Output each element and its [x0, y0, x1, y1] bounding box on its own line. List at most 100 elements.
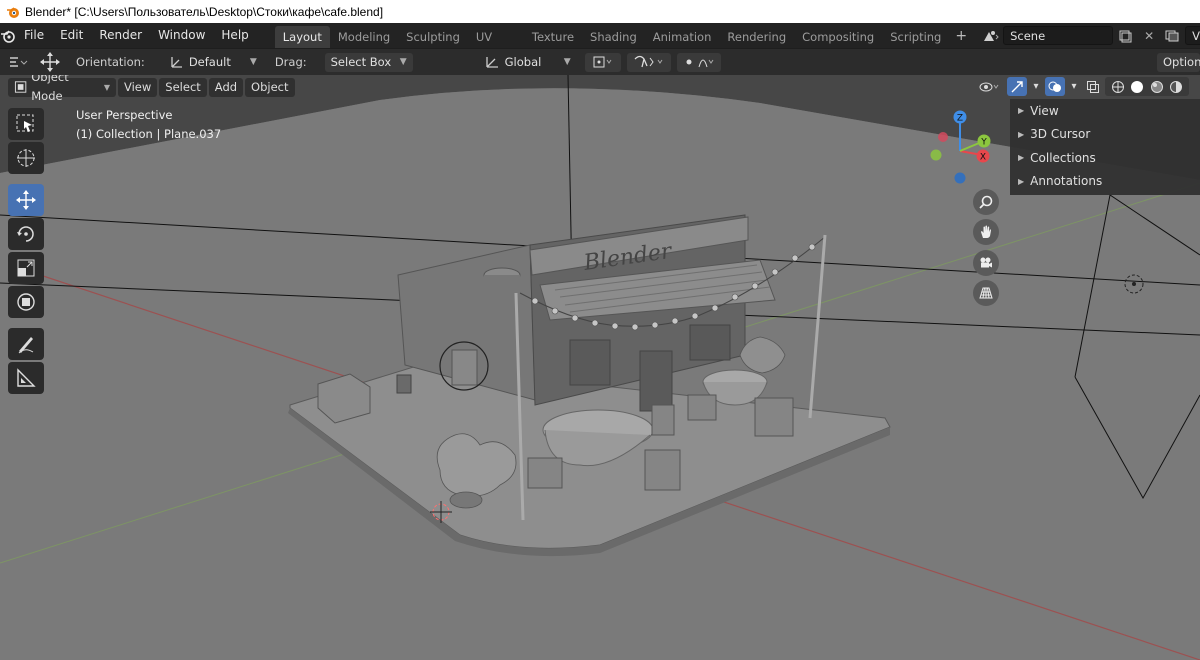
tab-uv-editing[interactable]: UV Editing [468, 26, 524, 66]
move-tool[interactable] [8, 184, 44, 216]
window-title: Blender* [C:\Users\Пользователь\Desktop\… [25, 4, 384, 19]
scene-name-field[interactable]: Scene [1003, 26, 1114, 45]
top-menubar: File Edit Render Window Help Layout Mode… [0, 23, 1200, 66]
transform-orientation-value: Global [504, 55, 542, 69]
zoom-view-button[interactable] [973, 189, 999, 215]
3d-viewport[interactable]: Blender Object Mode ▼ View Select Add Ob… [0, 75, 1200, 660]
camera-view-button[interactable] [973, 250, 999, 276]
scene-icon[interactable] [979, 26, 1003, 45]
view-perspective-label: User Perspective [76, 108, 173, 122]
menu-window[interactable]: Window [150, 23, 213, 48]
shading-mode-buttons[interactable] [1105, 77, 1189, 96]
drag-value: Select Box [330, 55, 392, 69]
transform-orientation-icon [481, 53, 505, 72]
gizmo-neg-z[interactable] [954, 172, 966, 184]
blender-menu-icon[interactable] [0, 26, 16, 45]
rendered-shading-icon[interactable] [1169, 80, 1183, 94]
view-layer-icon[interactable] [1161, 26, 1185, 45]
tab-texture-paint[interactable]: Texture Paint [524, 26, 582, 66]
menu-help[interactable]: Help [213, 23, 256, 48]
gizmo-y-label: Y [980, 138, 987, 148]
snap-button[interactable] [626, 52, 671, 72]
cursor-tool[interactable] [8, 142, 44, 174]
tab-animation[interactable]: Animation [645, 26, 720, 48]
gizmo-toggle-icon[interactable] [1007, 77, 1027, 96]
roof-barrel [484, 275, 520, 290]
orientation-dropdown[interactable]: Default ▼ [189, 53, 263, 72]
panel-view[interactable]: ▶ View [1010, 99, 1200, 123]
cursor-icon [17, 149, 35, 167]
drag-dropdown[interactable]: Select Box ▼ [324, 52, 413, 72]
options-label: Options [1163, 55, 1200, 69]
pivot-point-button[interactable] [584, 52, 621, 72]
mode-dropdown[interactable]: Object Mode ▼ [8, 75, 116, 103]
options-dropdown[interactable]: Options [1157, 52, 1200, 72]
measure-tool[interactable] [8, 362, 44, 394]
menu-add[interactable]: Add [208, 77, 244, 97]
menu-object[interactable]: Object [245, 77, 295, 97]
gizmo-x-label: X [980, 153, 986, 163]
cafe-chair [687, 394, 717, 421]
annotate-icon [18, 337, 34, 354]
overlays-toggle-icon[interactable] [1045, 77, 1065, 96]
select-box-tool[interactable] [8, 108, 44, 140]
rotate-tool[interactable] [8, 218, 44, 250]
chevron-down-icon: ▼ [103, 82, 110, 92]
xray-toggle-icon[interactable] [1083, 77, 1103, 96]
tab-shading[interactable]: Shading [582, 26, 645, 48]
viewport-display-controls: ▾ ▾ [975, 77, 1189, 96]
proportional-edit-button[interactable] [676, 52, 721, 72]
panel-annotations[interactable]: ▶ Annotations [1010, 170, 1200, 194]
grid-perspective-icon [979, 287, 993, 299]
tab-sculpting[interactable]: Sculpting [398, 26, 468, 48]
transform-tool[interactable] [8, 286, 44, 318]
solid-shading-icon[interactable] [1130, 80, 1144, 94]
move-icon [16, 190, 36, 210]
add-workspace-button[interactable]: + [949, 28, 973, 44]
tool-settings-icon[interactable] [6, 53, 30, 72]
tab-modeling[interactable]: Modeling [330, 26, 398, 48]
new-scene-icon[interactable] [1113, 26, 1137, 45]
delete-scene-icon[interactable]: ✕ [1137, 26, 1161, 45]
zoom-icon [979, 195, 993, 209]
visibility-icon[interactable] [975, 77, 1005, 96]
annotate-tool[interactable] [8, 328, 44, 360]
gizmo-neg-x[interactable] [938, 132, 948, 142]
view-layer-field[interactable]: View [1185, 26, 1200, 45]
trash-bin [396, 374, 412, 394]
gizmo-neg-y[interactable] [930, 149, 942, 161]
scale-tool[interactable] [8, 252, 44, 284]
orientation-value: Default [188, 55, 231, 69]
menu-render[interactable]: Render [91, 23, 150, 48]
menu-select[interactable]: Select [159, 77, 207, 97]
workspace-tabs: Layout Modeling Sculpting UV Editing Tex… [274, 23, 950, 66]
transform-orientation-dropdown[interactable]: Global ▼ [505, 53, 577, 72]
tab-rendering[interactable]: Rendering [719, 26, 794, 48]
menu-edit[interactable]: Edit [52, 23, 91, 48]
perspective-toggle-button[interactable] [973, 280, 999, 306]
select-box-icon [16, 114, 34, 132]
chevron-down-icon[interactable]: ▾ [1029, 77, 1043, 96]
expand-triangle-icon: ▶ [1018, 106, 1025, 116]
gizmo-z-label: Z [957, 114, 963, 124]
menu-stand [451, 349, 478, 386]
cafe-door [639, 350, 673, 412]
tab-layout[interactable]: Layout [274, 26, 330, 48]
expand-triangle-icon: ▶ [1018, 153, 1025, 163]
move-tool-icon[interactable] [38, 52, 62, 72]
sidebar-panel: ▶ View ▶ 3D Cursor ▶ Collections ▶ Annotatio… [1010, 99, 1200, 195]
panel-collections[interactable]: ▶ Collections [1010, 146, 1200, 170]
drag-label: Drag: [274, 55, 307, 69]
wireframe-shading-icon[interactable] [1111, 80, 1125, 94]
pan-view-button[interactable] [973, 219, 999, 245]
tab-scripting[interactable]: Scripting [882, 26, 949, 48]
tab-compositing[interactable]: Compositing [794, 26, 882, 48]
panel-3d-cursor[interactable]: ▶ 3D Cursor [1010, 123, 1200, 147]
orientation-label: Orientation: [76, 55, 145, 69]
menu-file[interactable]: File [16, 23, 52, 48]
expand-triangle-icon: ▶ [1018, 129, 1025, 139]
menu-view[interactable]: View [118, 77, 158, 97]
material-shading-icon[interactable] [1150, 80, 1164, 94]
navigation-gizmo[interactable]: Z Y X [925, 107, 995, 187]
chevron-down-icon[interactable]: ▾ [1067, 77, 1081, 96]
